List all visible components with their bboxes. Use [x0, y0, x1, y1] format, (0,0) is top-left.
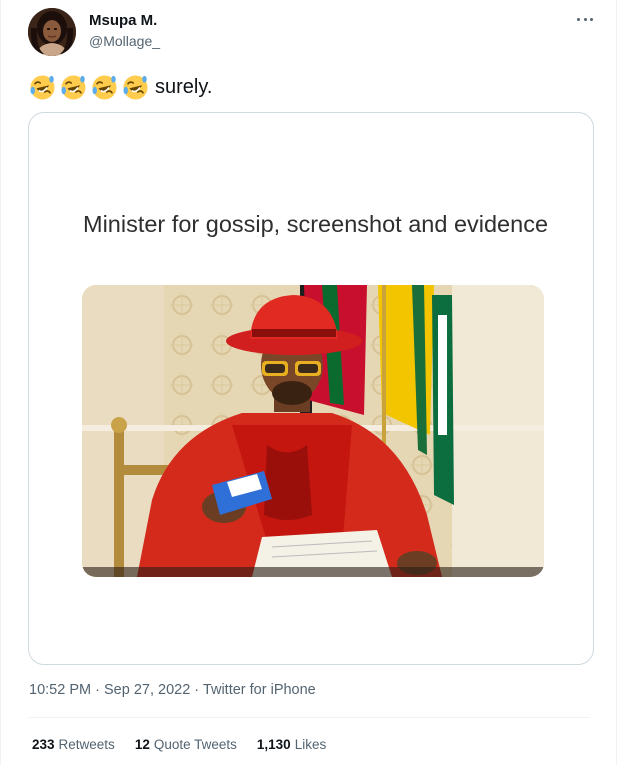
meta-separator: ·: [194, 682, 200, 698]
tweet-time[interactable]: 10:52 PM: [29, 682, 91, 698]
rolling-on-floor-laughing-icon: [61, 75, 86, 99]
author-name[interactable]: Msupa M.: [89, 12, 157, 29]
quote-tweets-stat[interactable]: 12 Quote Tweets: [135, 737, 237, 752]
meme-caption: Minister for gossip, screenshot and evid…: [83, 211, 549, 237]
retweets-count: 233: [32, 737, 55, 752]
more-options-icon[interactable]: [574, 10, 596, 30]
meme-photo[interactable]: [82, 285, 544, 577]
meme-photo-illustration: [82, 285, 544, 577]
likes-stat[interactable]: 1,130 Likes: [257, 737, 326, 752]
engagement-stats: 233 Retweets 12 Quote Tweets 1,130 Likes: [32, 737, 346, 752]
meta-separator: ·: [95, 682, 100, 698]
avatar[interactable]: [28, 8, 76, 56]
tweet-text-row: surely.: [29, 72, 212, 102]
rolling-on-floor-laughing-icon: [92, 75, 117, 99]
divider: [29, 717, 590, 718]
rolling-on-floor-laughing-icon: [123, 75, 148, 99]
media-card[interactable]: Minister for gossip, screenshot and evid…: [28, 112, 594, 665]
emoji-group: [29, 74, 149, 101]
retweets-stat[interactable]: 233 Retweets: [32, 737, 115, 752]
retweets-label: Retweets: [58, 737, 115, 752]
quote-tweets-count: 12: [134, 737, 150, 752]
tweet-text: surely.: [155, 75, 213, 98]
tweet-date[interactable]: Sep 27, 2022: [104, 682, 190, 698]
tweet-meta: 10:52 PM · Sep 27, 2022 · Twitter for iP…: [29, 682, 316, 698]
rolling-on-floor-laughing-icon: [30, 75, 55, 99]
avatar-photo: [28, 8, 76, 56]
author-handle[interactable]: @Mollage_: [89, 33, 160, 49]
tweet-container: Msupa M. @Mollage_ surely. Minister for …: [0, 0, 617, 765]
quote-tweets-label: Quote Tweets: [153, 737, 237, 752]
likes-count: 1,130: [256, 737, 291, 752]
tweet-source[interactable]: Twitter for iPhone: [203, 682, 316, 698]
likes-label: Likes: [294, 737, 327, 752]
